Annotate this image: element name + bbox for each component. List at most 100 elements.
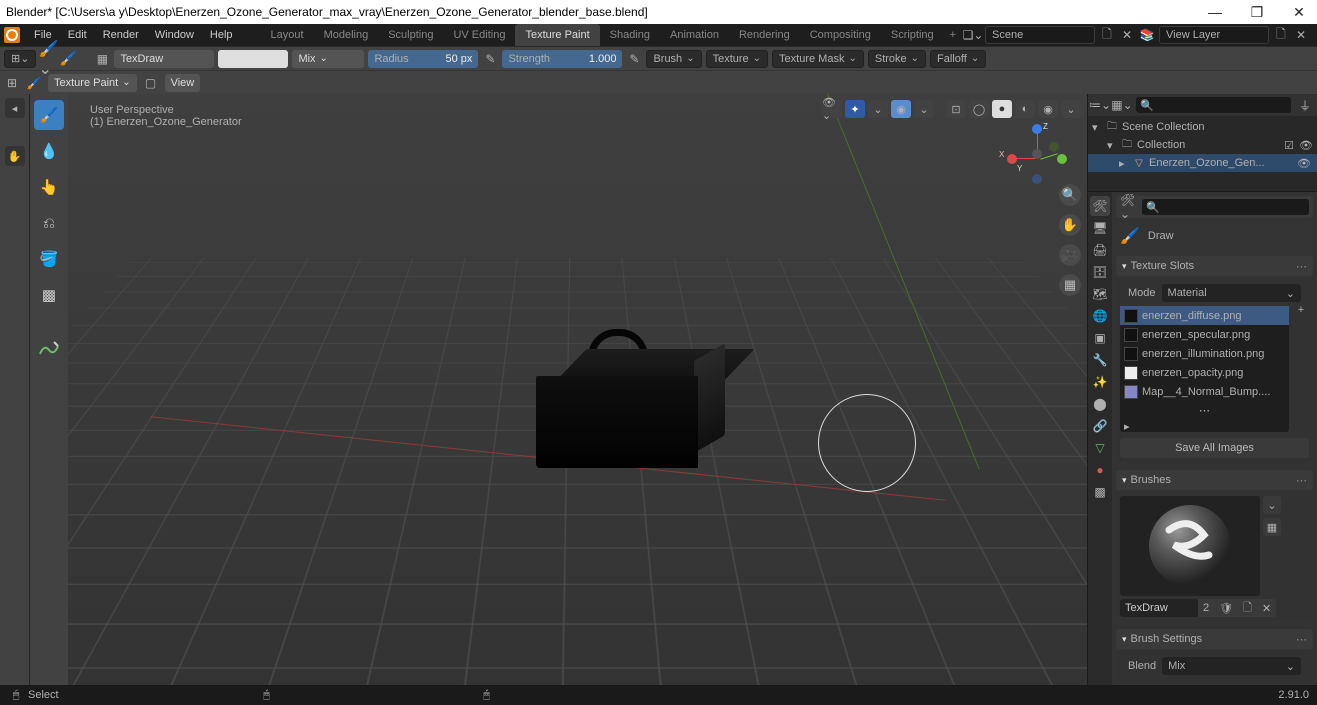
tab-animation[interactable]: Animation: [660, 24, 729, 46]
brush-fake-user[interactable]: 🛡: [1214, 599, 1238, 617]
strength-field[interactable]: Strength 1.000: [502, 50, 622, 68]
tab-sculpting[interactable]: Sculpting: [378, 24, 443, 46]
viewlayer-browse-icon[interactable]: 📚: [1139, 27, 1155, 43]
tree-scene-collection[interactable]: ▾🗀Scene Collection: [1088, 118, 1317, 136]
ptab-scene[interactable]: 🗺: [1090, 284, 1110, 304]
ptab-modifiers[interactable]: 🔧: [1090, 350, 1110, 370]
tab-texture-paint[interactable]: Texture Paint: [515, 24, 599, 46]
tool-annotate[interactable]: [34, 334, 64, 364]
brush-dropdown[interactable]: Brush: [646, 50, 701, 68]
ptab-material[interactable]: ●: [1090, 460, 1110, 480]
falloff-dropdown[interactable]: Falloff: [930, 50, 986, 68]
texture-slot-opacity[interactable]: enerzen_opacity.png: [1120, 363, 1289, 382]
view-menu[interactable]: View: [165, 74, 201, 92]
menu-render[interactable]: Render: [95, 24, 147, 46]
tool-smear[interactable]: 👆: [34, 172, 64, 202]
panel-texture-slots-header[interactable]: Texture Slots⋯: [1116, 256, 1313, 276]
panel-brushes-header[interactable]: Brushes⋯: [1116, 470, 1313, 490]
scene-new-icon[interactable]: 🗋: [1099, 27, 1115, 43]
scene-delete-icon[interactable]: ✕: [1119, 27, 1135, 43]
collection-checkbox-icon[interactable]: ☑: [1282, 139, 1296, 152]
navigation-gizmo[interactable]: Z X Y: [1007, 124, 1067, 184]
tab-scripting[interactable]: Scripting: [881, 24, 944, 46]
ptab-world[interactable]: 🌐: [1090, 306, 1110, 326]
brush-name-input[interactable]: [1120, 599, 1198, 617]
vp-shade-solid[interactable]: ●: [992, 100, 1012, 118]
collection-visibility-icon[interactable]: 👁: [1299, 139, 1313, 152]
texture-mask-dropdown[interactable]: Texture Mask: [772, 50, 864, 68]
radius-field[interactable]: Radius 50 px: [368, 50, 478, 68]
ptab-object[interactable]: ▣: [1090, 328, 1110, 348]
tab-uv-editing[interactable]: UV Editing: [443, 24, 515, 46]
tool-mask[interactable]: ▩: [34, 280, 64, 310]
texture-slot-specular[interactable]: enerzen_specular.png: [1120, 325, 1289, 344]
mode-dropdown[interactable]: Texture Paint: [48, 74, 137, 92]
brush-name-field[interactable]: TexDraw: [114, 50, 214, 68]
object-visibility-icon[interactable]: 👁: [1295, 157, 1313, 170]
texture-slot-add[interactable]: +: [1293, 304, 1309, 434]
blend-mode-dropdown[interactable]: Mix: [292, 50, 364, 68]
radius-pressure-icon[interactable]: ✎: [482, 51, 498, 67]
ptab-active-tool[interactable]: 🛠: [1090, 196, 1110, 216]
tool-soften[interactable]: 💧: [34, 136, 64, 166]
ptab-particles[interactable]: ✨: [1090, 372, 1110, 392]
brush-unlink[interactable]: ✕: [1257, 599, 1276, 617]
image-icon[interactable]: ▦: [94, 51, 110, 67]
side-toggle-2[interactable]: ✋: [5, 146, 25, 166]
tab-layout[interactable]: Layout: [261, 24, 314, 46]
outliner-display-dropdown[interactable]: ▦⌄: [1114, 97, 1130, 113]
texture-slot-diffuse[interactable]: enerzen_diffuse.png: [1120, 306, 1289, 325]
brush-new[interactable]: 🗋: [1238, 599, 1257, 617]
tab-compositing[interactable]: Compositing: [800, 24, 881, 46]
tree-object-enerzen[interactable]: ▸ ▽ Enerzen_Ozone_Gen... 👁: [1088, 154, 1317, 172]
brush-preview[interactable]: [1120, 496, 1260, 596]
vp-zoom-icon[interactable]: 🔍: [1059, 184, 1081, 206]
properties-search[interactable]: 🔍: [1142, 199, 1309, 215]
tab-add-workspace[interactable]: +: [944, 24, 962, 46]
tab-shading[interactable]: Shading: [600, 24, 660, 46]
viewlayer-name-field[interactable]: View Layer: [1159, 26, 1269, 44]
side-toggle-1[interactable]: ◂: [5, 98, 25, 118]
vp-gizmo-dd[interactable]: ⌄: [868, 100, 888, 118]
window-minimize[interactable]: —: [1203, 0, 1227, 24]
ptab-texture[interactable]: ▩: [1090, 482, 1110, 502]
tab-rendering[interactable]: Rendering: [729, 24, 800, 46]
brush-large-icon[interactable]: 🖌️⌄: [40, 51, 56, 67]
panel-brush-settings-header[interactable]: Brush Settings⋯: [1116, 629, 1313, 649]
ptab-constraints[interactable]: 🔗: [1090, 416, 1110, 436]
vp-shade-dd[interactable]: ⌄: [1061, 100, 1081, 118]
texture-slot-illumination[interactable]: enerzen_illumination.png: [1120, 344, 1289, 363]
vp-gizmo-toggle[interactable]: ✦: [845, 100, 865, 118]
tool-clone[interactable]: ⎌: [34, 208, 64, 238]
editor-type-dropdown[interactable]: ⊞⌄: [4, 50, 36, 68]
vp-pan-icon[interactable]: ✋: [1059, 214, 1081, 236]
ptab-output[interactable]: 🖨: [1090, 240, 1110, 260]
stroke-dropdown[interactable]: Stroke: [868, 50, 926, 68]
ptab-physics[interactable]: ⬤: [1090, 394, 1110, 414]
viewlayer-new-icon[interactable]: 🗋: [1273, 27, 1289, 43]
viewport-3d[interactable]: User Perspective (1) Enerzen_Ozone_Gener…: [68, 94, 1087, 685]
ptab-mesh[interactable]: ▽: [1090, 438, 1110, 458]
vp-xray[interactable]: ⊡: [946, 100, 966, 118]
ptab-render[interactable]: 🖥: [1090, 218, 1110, 238]
ts-mode-dropdown[interactable]: Material⌄: [1162, 284, 1301, 302]
tool-draw[interactable]: 🖌️: [34, 100, 64, 130]
mask-icon[interactable]: ▢: [143, 75, 159, 91]
vp-overlay-dd[interactable]: ⌄: [914, 100, 934, 118]
scene-name-field[interactable]: Scene: [985, 26, 1095, 44]
outliner-editor-dropdown[interactable]: ≔⌄: [1092, 97, 1108, 113]
window-close[interactable]: ✕: [1287, 0, 1311, 24]
vp-camera-icon[interactable]: 🎥: [1059, 244, 1081, 266]
window-maximize[interactable]: ❐: [1245, 0, 1269, 24]
mode-select-icon[interactable]: ⊞: [4, 75, 20, 91]
brush-users-badge[interactable]: 2: [1198, 599, 1214, 617]
outliner-filter-icon[interactable]: ⏚: [1297, 97, 1313, 113]
texture-dropdown[interactable]: Texture: [706, 50, 768, 68]
blend-dropdown[interactable]: Mix⌄: [1162, 657, 1301, 675]
viewlayer-delete-icon[interactable]: ✕: [1293, 27, 1309, 43]
brush-preview-grid[interactable]: ▦: [1263, 518, 1281, 536]
scene-browse-icon[interactable]: ❏⌄: [965, 27, 981, 43]
strength-pressure-icon[interactable]: ✎: [626, 51, 642, 67]
tree-collection[interactable]: ▾🗀 Collection ☑ 👁: [1088, 136, 1317, 154]
vp-perspective-icon[interactable]: ▦: [1059, 274, 1081, 296]
